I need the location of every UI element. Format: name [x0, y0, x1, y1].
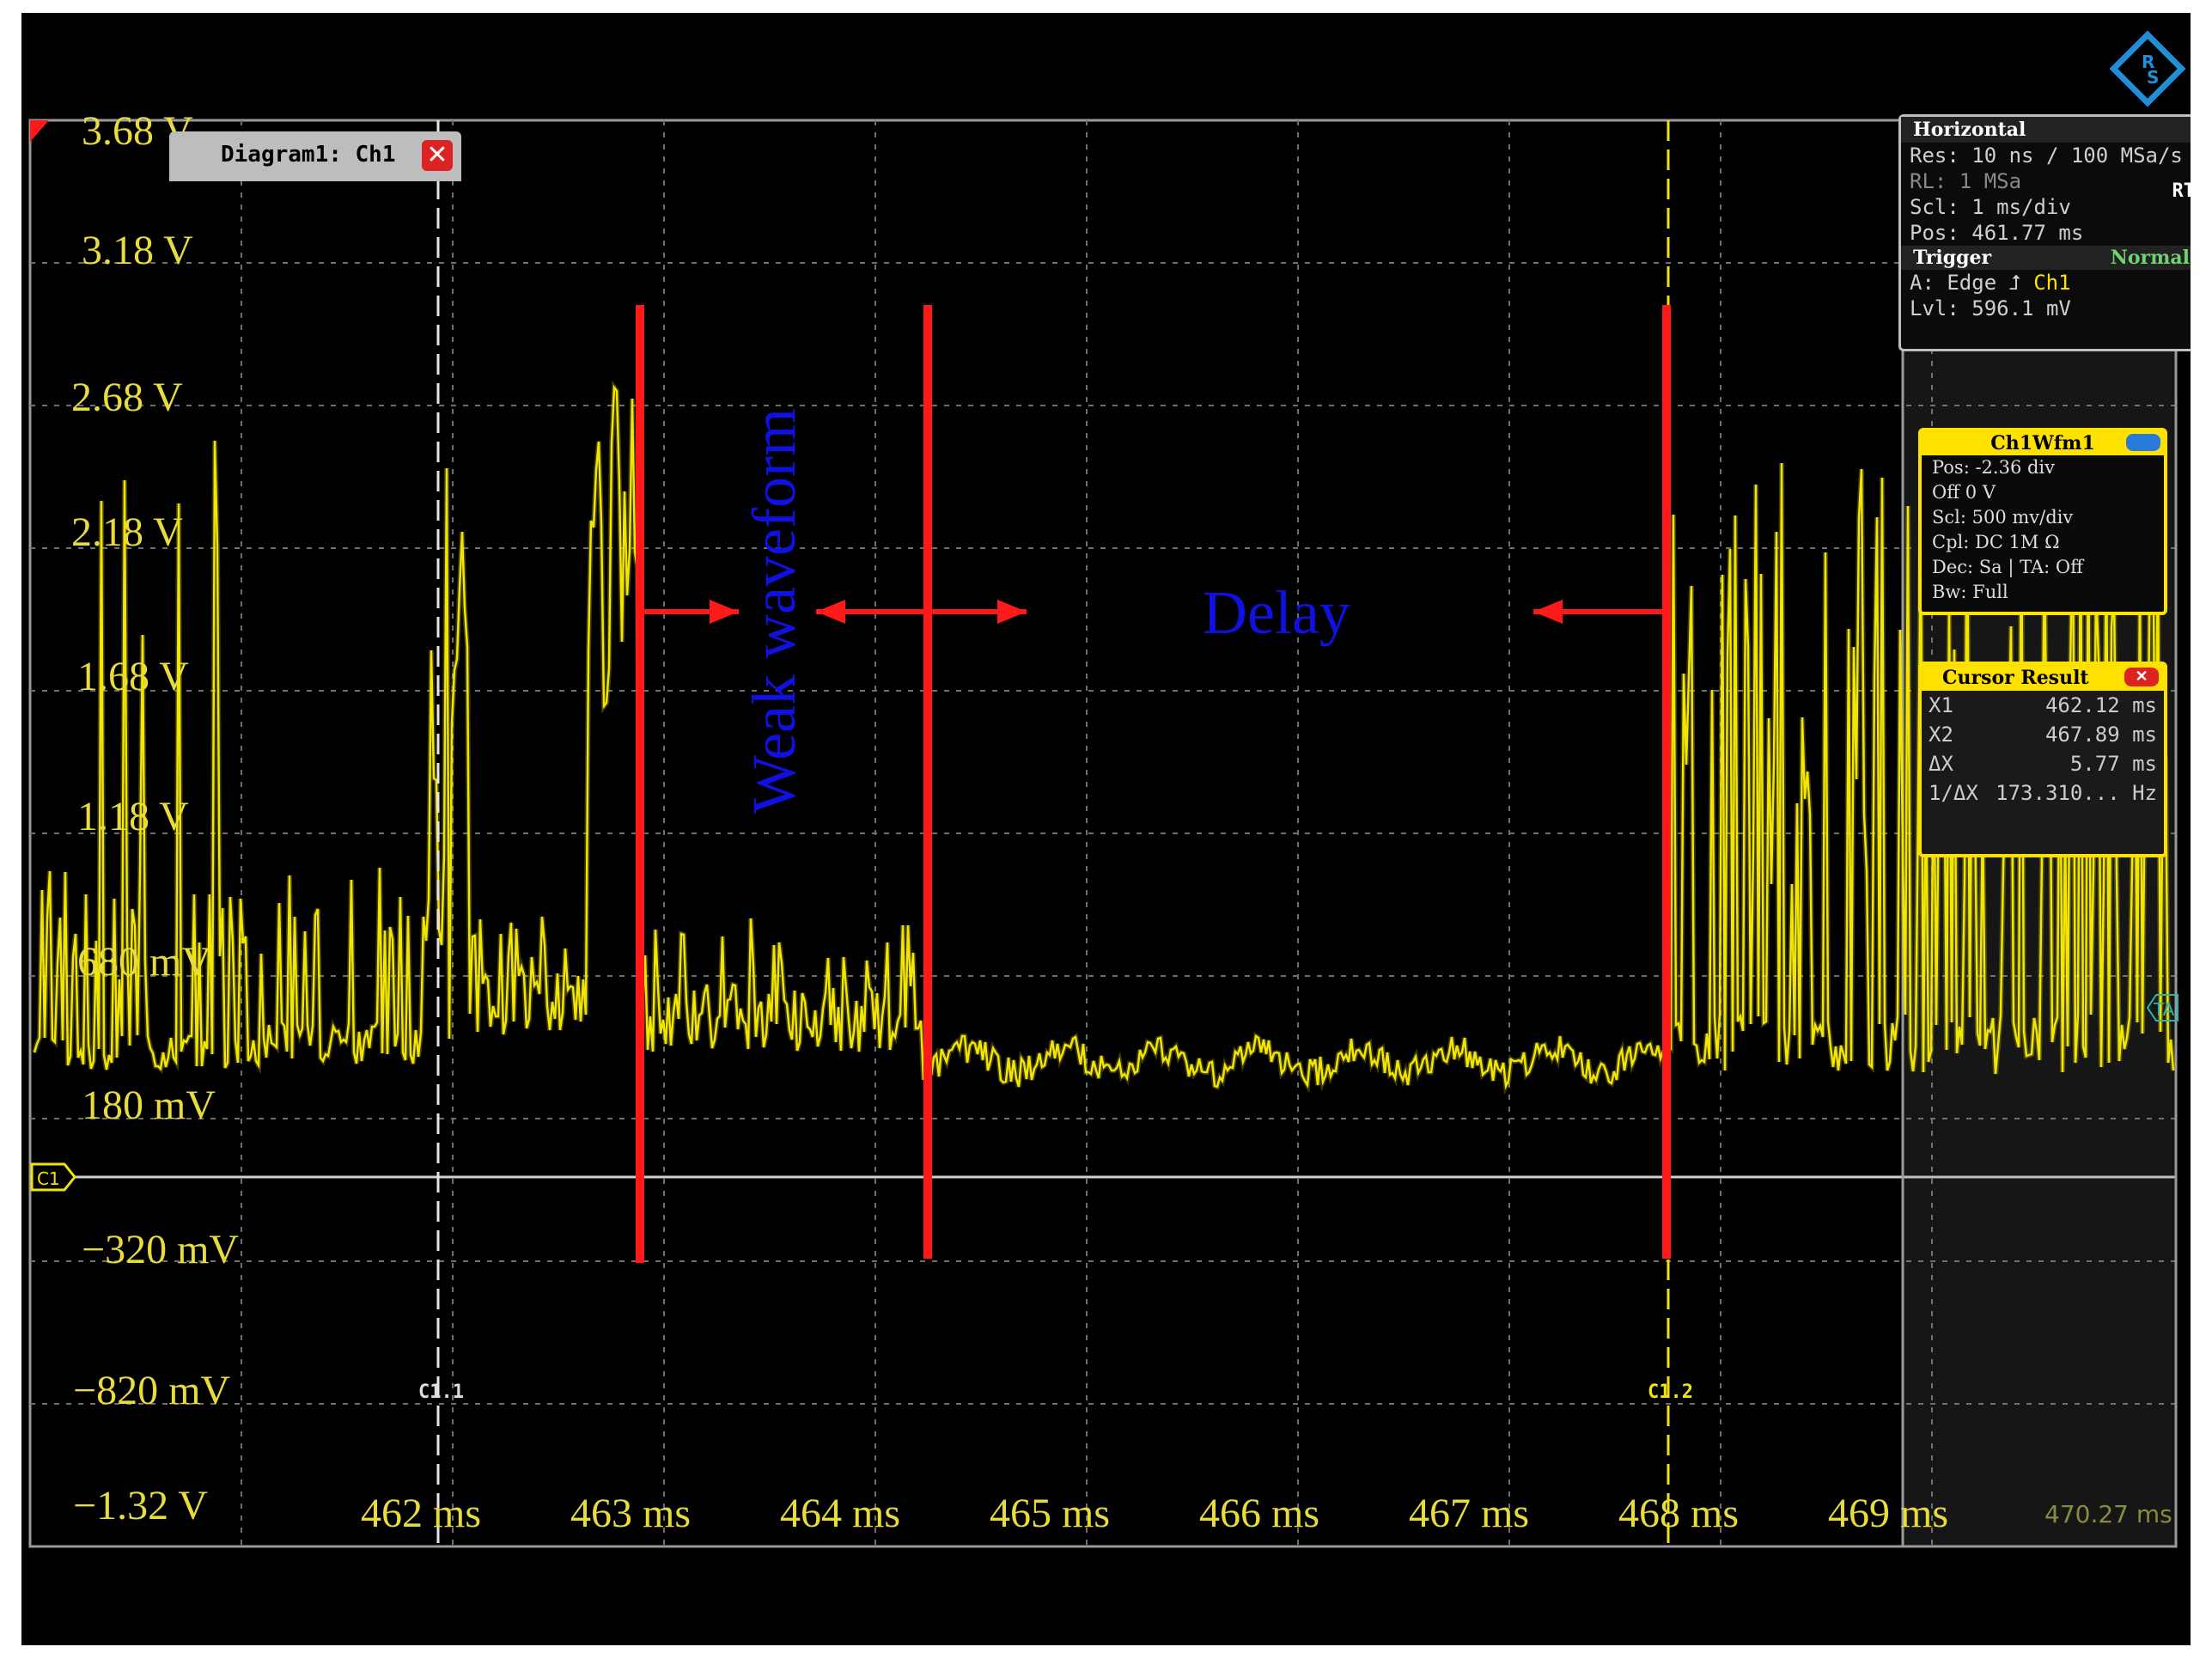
y-axis-label: 1.68 V [77, 654, 189, 699]
cursor-row-dx: ΔX 5.77 ms [1922, 749, 2164, 778]
channel-waveform-panel[interactable]: Ch1Wfm1 Pos: -2.36 div Off 0 V Scl: 500 … [1918, 428, 2167, 615]
cursor-panel-header: Cursor Result ✕ [1922, 665, 2164, 691]
trigger-level: Lvl: 596.1 mV [1910, 296, 2071, 320]
weak-waveform-label: Weak waveform [740, 408, 808, 814]
y-axis-label: 1.18 V [77, 794, 189, 839]
y-axis-label: −1.32 V [73, 1483, 208, 1528]
cursor-value: 467.89 ms [2044, 723, 2157, 747]
x-axis-label: 466 ms [1199, 1491, 1319, 1536]
cursor-row-x2: X2 467.89 ms [1922, 720, 2164, 749]
weak-arrow-left-head [816, 600, 845, 624]
top-left-marker [30, 120, 49, 142]
trigger-header: Trigger Normal [1901, 246, 2191, 270]
trigger-source-row: A: Edge ⮥ Ch1 [1901, 270, 2191, 296]
y-axis-labels: 3.68 V3.18 V2.68 V2.18 V1.68 V1.18 V680 … [54, 108, 262, 1528]
channel-bandwidth: Bw: Full [1932, 582, 2008, 602]
trigger-edge: A: Edge ⮥ [1910, 271, 2021, 295]
minimize-icon[interactable] [2126, 434, 2160, 451]
channel-pos: Pos: -2.36 div [1932, 457, 2056, 478]
channel-offset: Off 0 V [1932, 482, 1996, 503]
diagram-tab-label: Diagram1: Ch1 [221, 142, 396, 168]
cursor-1-label: C1.1 [418, 1381, 464, 1403]
channel-scale: Scl: 500 mv/div [1932, 507, 2074, 528]
rt-badge: RT [2172, 180, 2191, 202]
y-axis-label: 180 mV [82, 1083, 216, 1128]
x-axis-label: 465 ms [990, 1491, 1110, 1536]
horizontal-res: Res: 10 ns / 100 MSa/s [1910, 143, 2183, 168]
horizontal-rl: RL: 1 MSa [1910, 169, 2022, 193]
rohde-schwarz-logo: R S [2109, 30, 2186, 107]
waveform-display: C1.1 C1.2C1TA 3.68 V3.18 V2.68 V2.18 V1.6… [28, 108, 2178, 1548]
close-icon[interactable]: ✕ [2124, 668, 2159, 686]
cursor-row-x1: X1 462.12 ms [1922, 691, 2164, 720]
oscilloscope-screen: C1.1 C1.2 C1 TA 3.68 V 3.18 V 2.68 V 2.18 V 1.6… [21, 13, 2191, 1645]
cursor-row-freq: 1/ΔX 173.310... Hz [1922, 778, 2164, 808]
x-axis-label: 467 ms [1409, 1491, 1529, 1536]
horizontal-position: Pos: 461.77 ms [1910, 221, 2084, 245]
trigger-title: Trigger [1913, 247, 1992, 269]
trigger-mode: Normal [2110, 247, 2190, 269]
x-axis-label: 464 ms [780, 1491, 900, 1536]
close-icon[interactable]: ✕ [422, 140, 453, 171]
trigger-channel: Ch1 [2033, 271, 2071, 295]
cursor-panel-title: Cursor Result [1942, 667, 2089, 689]
channel-coupling: Cpl: DC 1M Ω [1932, 532, 2060, 552]
delay-label: Delay [1203, 578, 1350, 647]
y-axis-label: −820 mV [73, 1368, 230, 1413]
cursor-value: 462.12 ms [2044, 693, 2157, 717]
cursor-key: ΔX [1929, 752, 1953, 776]
cursor-key: X1 [1929, 693, 1953, 717]
cursor-key: X2 [1929, 723, 1953, 747]
delay-arrow-right-head [997, 600, 1027, 624]
x-axis-label: 463 ms [570, 1491, 691, 1536]
x-axis-label: 468 ms [1618, 1491, 1739, 1536]
horizontal-title: Horizontal [1901, 117, 2191, 143]
y-axis-label: 2.68 V [71, 375, 183, 420]
cursor-value: 173.310... Hz [1996, 781, 2157, 805]
x-axis-end-label: 470.27 ms [2044, 1500, 2172, 1528]
x-axis-label: 469 ms [1828, 1491, 1948, 1536]
channel-panel-header: Ch1Wfm1 [1922, 431, 2164, 455]
cursor-key: 1/ΔX [1929, 781, 1978, 805]
y-axis-label: 680 mV [77, 939, 211, 985]
cursor-2-label: C1.2 [1648, 1381, 1693, 1403]
y-axis-label: −320 mV [82, 1227, 239, 1272]
horizontal-settings-panel[interactable]: Horizontal Res: 10 ns / 100 MSa/s RL: 1 … [1898, 114, 2191, 351]
x-axis-label: 462 ms [361, 1491, 481, 1536]
channel-marker-label: C1 [37, 1168, 60, 1189]
diagram-tab[interactable]: Diagram1: Ch1 ✕ [169, 131, 461, 181]
channel-panel-title: Ch1Wfm1 [1990, 432, 2095, 454]
x-axis-labels: 462 ms 463 ms 464 ms 465 ms 466 ms 467 ms 468 … [361, 1491, 2172, 1536]
horizontal-scale: Scl: 1 ms/div [1910, 195, 2071, 219]
y-axis-label: 2.18 V [71, 509, 183, 555]
channel-decimation: Dec: Sa | TA: Off [1932, 557, 2084, 577]
svg-text:S: S [2147, 67, 2159, 88]
delay-arrow-left-head [1533, 600, 1563, 624]
cursor-value: 5.77 ms [2069, 752, 2157, 776]
y-axis-label: 3.18 V [82, 228, 193, 273]
weak-arrow-right-head [710, 600, 739, 624]
cursor-result-panel[interactable]: Cursor Result ✕ X1 462.12 ms X2 467.89 ms … [1918, 662, 2167, 857]
trigger-marker-label: TA [2153, 999, 2175, 1020]
